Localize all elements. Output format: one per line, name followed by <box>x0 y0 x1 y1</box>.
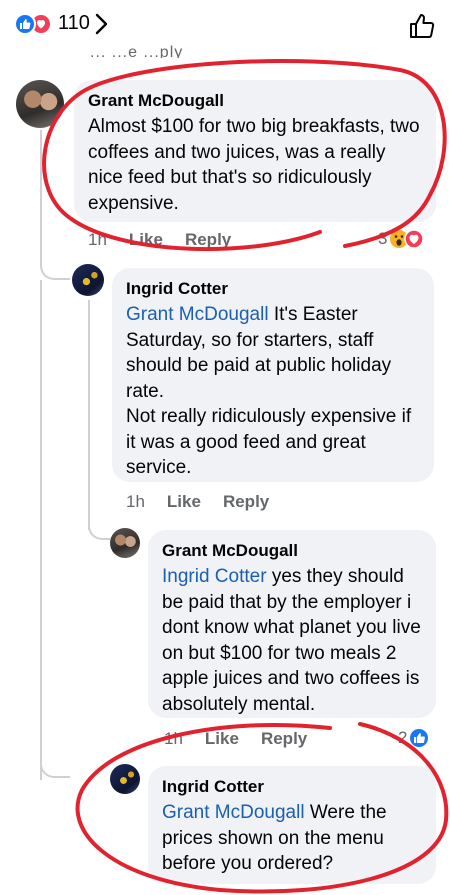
comment-reaction-count: 3 <box>378 229 388 248</box>
avatar[interactable] <box>110 528 140 558</box>
comment-time[interactable]: 1h <box>126 492 145 512</box>
like-button[interactable]: Like <box>129 230 163 250</box>
chevron-right-icon <box>94 13 108 35</box>
thread-connector <box>88 520 110 540</box>
comment-text: Almost $100 for two big breakfasts, two … <box>88 116 420 214</box>
comment-reactions[interactable]: 3 <box>378 229 425 249</box>
reply-button[interactable]: Reply <box>261 729 307 749</box>
comment-text: Ingrid Cotter yes they should be paid th… <box>162 566 421 715</box>
thread-line <box>88 300 90 530</box>
like-reaction-icon <box>409 728 429 748</box>
avatar[interactable] <box>110 764 140 794</box>
comment-reactions[interactable]: 2 <box>398 728 429 748</box>
comment-author[interactable]: Grant McDougall <box>162 540 422 562</box>
comment-actions: 1h Like Reply <box>126 492 291 512</box>
comment-time[interactable]: 1h <box>88 230 107 250</box>
thumbs-up-outline-icon[interactable] <box>408 12 436 45</box>
comment-bubble: Ingrid Cotter Grant McDougall It's Easte… <box>112 268 434 482</box>
reaction-summary-bar: 110 <box>0 0 450 50</box>
reaction-summary[interactable]: 110 <box>14 12 108 35</box>
comment-bubble: Grant McDougall Ingrid Cotter yes they s… <box>148 530 436 718</box>
reply-button[interactable]: Reply <box>223 492 269 512</box>
comment-bubble: Ingrid Cotter Grant McDougall Were the p… <box>148 766 436 884</box>
comment-author[interactable]: Grant McDougall <box>88 90 422 112</box>
comment-author[interactable]: Ingrid Cotter <box>126 278 420 300</box>
thread-line <box>40 280 42 780</box>
mention-link[interactable]: Ingrid Cotter <box>162 566 267 587</box>
reaction-count: 110 <box>58 12 90 34</box>
like-button[interactable]: Like <box>205 729 239 749</box>
avatar[interactable] <box>16 80 64 128</box>
comment-actions: 1h Like Reply <box>164 729 329 749</box>
love-reaction-icon <box>404 229 425 249</box>
avatar[interactable] <box>72 264 104 296</box>
mention-link[interactable]: Grant McDougall <box>162 802 305 823</box>
comment-reaction-count: 2 <box>398 728 408 747</box>
comment-bubble: Grant McDougall Almost $100 for two big … <box>74 80 436 222</box>
comment-text: Grant McDougall It's Easter Saturday, so… <box>126 304 412 478</box>
comment-author[interactable]: Ingrid Cotter <box>162 776 422 798</box>
comment-actions: 1h Like Reply <box>88 230 253 250</box>
comment-text: Grant McDougall Were the prices shown on… <box>162 802 387 874</box>
thread-connector <box>40 760 70 778</box>
reply-button[interactable]: Reply <box>185 230 231 250</box>
mention-link[interactable]: Grant McDougall <box>126 304 269 325</box>
comment-time[interactable]: 1h <box>164 729 183 749</box>
like-reaction-icon <box>14 12 36 35</box>
like-button[interactable]: Like <box>167 492 201 512</box>
truncated-previous-actions: ... ...e ...ply <box>90 44 184 58</box>
thread-line <box>40 130 42 260</box>
thread-connector <box>40 250 70 280</box>
